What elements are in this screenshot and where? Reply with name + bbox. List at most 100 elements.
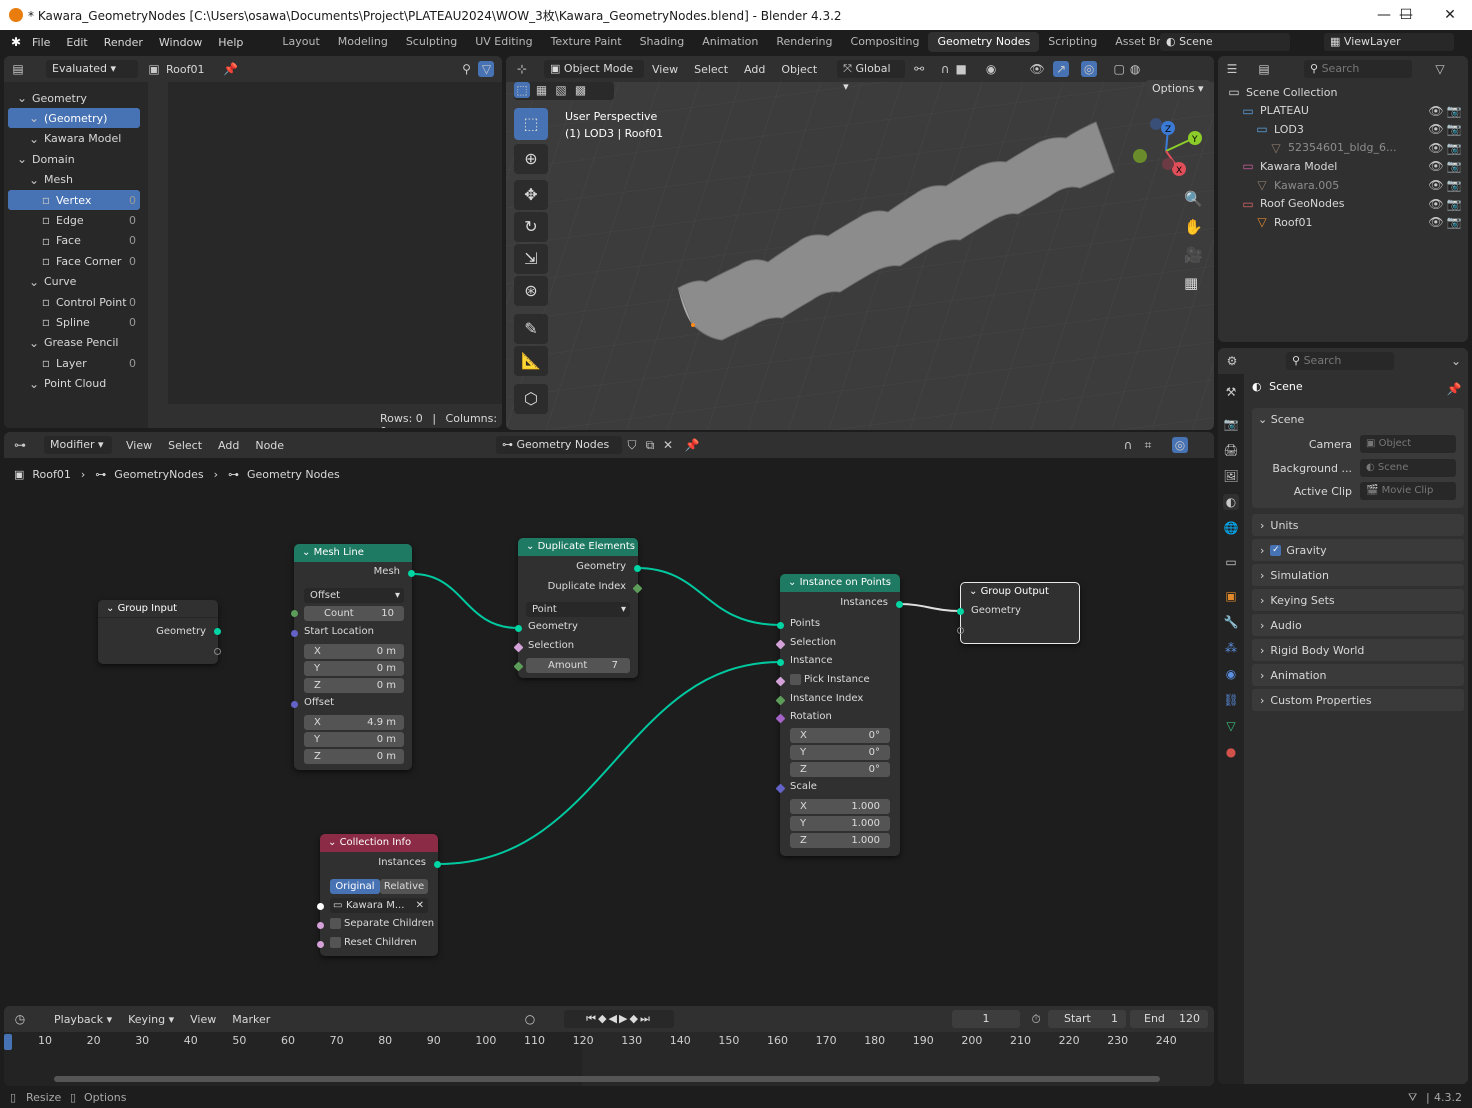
- visibility-eye-icon[interactable]: 👁: [1428, 140, 1444, 156]
- group-input-header[interactable]: ⌄ Group Input: [98, 600, 218, 618]
- duplicate-domain-dropdown[interactable]: Point ▾: [526, 602, 630, 617]
- viewport-menu-view[interactable]: View: [644, 63, 686, 76]
- next-key-icon[interactable]: ◆: [629, 1012, 639, 1025]
- render-camera-icon[interactable]: 📷: [1446, 177, 1462, 193]
- visibility-eye-icon[interactable]: 👁: [1428, 196, 1444, 212]
- playback-controls[interactable]: ⏮◆◀▶◆⏭: [564, 1010, 674, 1028]
- duplicate-amount-field[interactable]: Amount 7: [526, 658, 630, 673]
- view-layer-tab-icon[interactable]: 🖼: [1223, 468, 1239, 484]
- maximize-button[interactable]: ☐: [1384, 0, 1428, 30]
- proportional-edit-icon[interactable]: ◉: [983, 61, 999, 77]
- modifier-tab-icon[interactable]: 🔧: [1223, 614, 1239, 630]
- jump-end-icon[interactable]: ⏭: [640, 1012, 652, 1025]
- separate-children-socket[interactable]: [317, 922, 324, 929]
- pick-instance-checkbox[interactable]: [790, 674, 801, 685]
- domain-tree-item[interactable]: ⌄ Geometry: [8, 88, 140, 108]
- outliner-item[interactable]: ▭ Scene Collection: [1218, 82, 1468, 102]
- properties-pin-icon[interactable]: 📌: [1446, 381, 1462, 397]
- constraints-tab-icon[interactable]: ⛓: [1223, 692, 1239, 708]
- menu-render[interactable]: Render: [96, 36, 151, 49]
- collection-info-node[interactable]: ⌄ Collection Info Instances Original Rel…: [317, 834, 441, 956]
- data-tab-icon[interactable]: ▽: [1223, 718, 1239, 734]
- xray-icon[interactable]: ▢: [1111, 61, 1127, 77]
- collection-socket[interactable]: [317, 903, 324, 910]
- menu-file[interactable]: File: [24, 36, 58, 49]
- properties-editor-type-icon[interactable]: ⚙: [1224, 353, 1240, 369]
- visibility-eye-icon[interactable]: 👁: [1428, 103, 1444, 119]
- render-camera-icon[interactable]: 📷: [1446, 140, 1462, 156]
- collection-tab-icon[interactable]: ▭: [1223, 554, 1239, 570]
- tab-layout[interactable]: Layout: [273, 32, 328, 52]
- blender-menu-icon[interactable]: ✱: [8, 34, 24, 50]
- active-clip-field[interactable]: 🎬 Movie Clip: [1360, 482, 1456, 500]
- properties-panel-gravity[interactable]: › ✓ Gravity: [1252, 539, 1464, 561]
- zoom-icon[interactable]: 🔍: [1184, 190, 1203, 208]
- properties-panel-animation[interactable]: › Animation: [1252, 664, 1464, 686]
- annotate-tool-icon[interactable]: ✎: [514, 314, 548, 344]
- timeline-editor-type-icon[interactable]: ◷: [12, 1011, 28, 1027]
- object-mode-dropdown[interactable]: ▣ Object Mode ▾: [544, 60, 644, 93]
- start-frame-field[interactable]: Start 1: [1048, 1010, 1126, 1028]
- duplicate-geometry-in-socket[interactable]: [515, 625, 522, 632]
- duplicate-elements-node[interactable]: ⌄ Duplicate Elements Geometry Duplicate …: [513, 538, 643, 678]
- prev-key-icon[interactable]: ◆: [598, 1012, 608, 1025]
- outliner-item[interactable]: ▭ LOD3 👁 📷: [1218, 119, 1468, 139]
- mesh-line-node[interactable]: ⌄ Mesh Line Mesh Offset ▾ Count 10 Start L…: [291, 544, 415, 770]
- editor-type-icon[interactable]: ▤: [10, 61, 26, 77]
- properties-panel-simulation[interactable]: › Simulation: [1252, 564, 1464, 586]
- domain-tree-item[interactable]: ▫ Spline 0: [8, 312, 140, 332]
- play-icon[interactable]: ▶: [619, 1012, 629, 1025]
- outliner-item[interactable]: ▭ Roof GeoNodes 👁 📷: [1218, 194, 1468, 214]
- scale-z-field[interactable]: Z 1.000: [790, 833, 890, 848]
- outliner-item[interactable]: ▭ Kawara Model 👁 📷: [1218, 156, 1468, 176]
- viewport-menu-add[interactable]: Add: [736, 63, 773, 76]
- duplicate-header[interactable]: ⌄ Duplicate Elements: [518, 538, 638, 556]
- domain-tree-item[interactable]: ⌄ Domain: [8, 149, 140, 169]
- gizmo-toggle-icon[interactable]: ↗: [1053, 61, 1070, 77]
- select-extend-icon[interactable]: ▦: [534, 82, 550, 98]
- cursor-tool-icon[interactable]: ⊕: [514, 144, 548, 174]
- render-camera-icon[interactable]: 📷: [1446, 158, 1462, 174]
- properties-panel-audio[interactable]: › Audio: [1252, 614, 1464, 636]
- mesh-line-mode-dropdown[interactable]: Offset ▾: [304, 588, 404, 603]
- mesh-line-mesh-socket[interactable]: [408, 570, 415, 577]
- outliner-item[interactable]: ▭ PLATEAU 👁 📷: [1218, 101, 1468, 121]
- rotation-y-field[interactable]: Y 0°: [790, 745, 890, 760]
- scale-x-field[interactable]: X 1.000: [790, 799, 890, 814]
- group-input-empty-socket[interactable]: [214, 648, 221, 655]
- filter-icon[interactable]: ⚲: [458, 61, 474, 77]
- physics-tab-icon[interactable]: ◉: [1223, 666, 1239, 682]
- world-tab-icon[interactable]: 🌐: [1223, 520, 1239, 536]
- viewlayer-selector[interactable]: ▦ ViewLayer: [1324, 33, 1454, 51]
- domain-tree-item[interactable]: ⌄ Kawara Model: [8, 129, 140, 149]
- timeline-menu-keying[interactable]: Keying ▾: [120, 1013, 182, 1026]
- scale-tool-icon[interactable]: ⇲: [514, 244, 548, 274]
- add-cube-tool-icon[interactable]: ⬡: [514, 384, 548, 414]
- scene-selector[interactable]: ◐ Scene: [1160, 33, 1290, 51]
- visibility-eye-icon[interactable]: 👁: [1428, 177, 1444, 193]
- timeline-menu-playback[interactable]: Playback ▾: [46, 1013, 120, 1026]
- domain-tree-item[interactable]: ▫ Vertex 0: [8, 190, 140, 210]
- group-input-geometry-socket[interactable]: [214, 628, 221, 635]
- properties-search-input[interactable]: ⚲ Search: [1286, 352, 1394, 370]
- domain-tree-item[interactable]: ▫ Face Corner 0: [8, 251, 140, 271]
- collection-field[interactable]: ▭ Kawara M... ✕: [330, 898, 428, 913]
- background-field[interactable]: ◐ Scene: [1360, 459, 1456, 477]
- iop-instance-socket[interactable]: [777, 659, 784, 666]
- mesh-line-offset-socket[interactable]: [291, 701, 298, 708]
- viewport-menu-object[interactable]: Object: [773, 63, 825, 76]
- camera-field[interactable]: ▣ Object: [1360, 435, 1456, 453]
- tab-texture-paint[interactable]: Texture Paint: [542, 32, 631, 52]
- reset-children-socket[interactable]: [317, 941, 324, 948]
- reset-children-checkbox[interactable]: [330, 937, 341, 948]
- shading-icon[interactable]: ◍: [1127, 61, 1143, 77]
- viewport-editor-type-icon[interactable]: ⊹: [514, 61, 530, 77]
- rotation-x-field[interactable]: X 0°: [790, 728, 890, 743]
- domain-tree-item[interactable]: ▫ Face 0: [8, 231, 140, 251]
- collection-clear-icon[interactable]: ✕: [416, 898, 424, 913]
- render-camera-icon[interactable]: 📷: [1446, 103, 1462, 119]
- stopwatch-icon[interactable]: ⏱: [1028, 1011, 1044, 1027]
- collection-instances-socket[interactable]: [434, 861, 441, 868]
- object-tab-icon[interactable]: ▣: [1223, 588, 1239, 604]
- outliner-item[interactable]: ▽ Kawara.005 👁 📷: [1218, 175, 1468, 195]
